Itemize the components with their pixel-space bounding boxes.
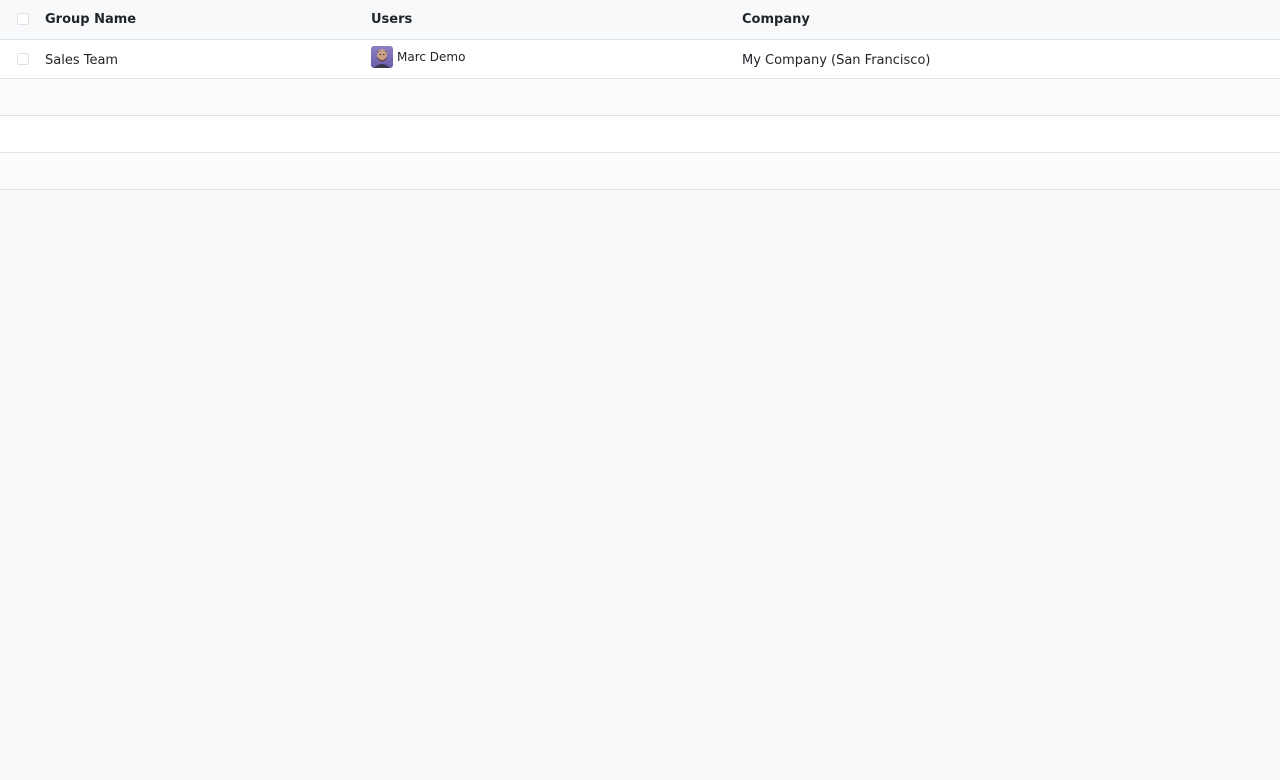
groups-list-table: Group Name Users Company Sales Team Marc… (0, 0, 1280, 190)
table-row[interactable]: Sales Team Marc Demo My Company (San Fra… (0, 39, 1280, 78)
row-checkbox[interactable] (17, 52, 29, 65)
column-header-group-name[interactable]: Group Name (45, 0, 371, 39)
table-body: Sales Team Marc Demo My Company (San Fra… (0, 39, 1280, 189)
user-name: Marc Demo (397, 49, 466, 64)
user-avatar-icon (371, 45, 393, 68)
user-tag[interactable]: Marc Demo (371, 45, 466, 68)
column-header-users[interactable]: Users (371, 0, 742, 39)
empty-row (0, 78, 1280, 115)
select-all-checkbox[interactable] (17, 13, 29, 26)
company-value: My Company (San Francisco) (742, 53, 931, 68)
company-cell[interactable]: My Company (San Francisco) (742, 39, 1280, 78)
group-name-value: Sales Team (45, 53, 119, 68)
table-header: Group Name Users Company (0, 0, 1280, 39)
column-header-company[interactable]: Company (742, 0, 1280, 39)
users-cell[interactable]: Marc Demo (371, 39, 742, 78)
header-row: Group Name Users Company (0, 0, 1280, 39)
empty-row (0, 152, 1280, 189)
row-select-cell (0, 39, 45, 78)
group-name-cell[interactable]: Sales Team (45, 39, 371, 78)
select-all-cell (0, 0, 45, 39)
empty-row (0, 115, 1280, 152)
